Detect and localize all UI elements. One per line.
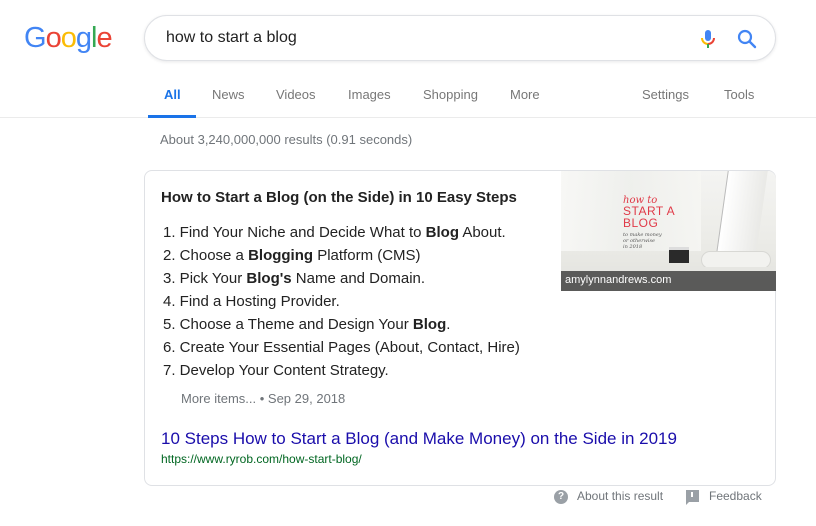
- search-box[interactable]: [144, 15, 776, 61]
- list-item: 2. Choose a Blogging Platform (CMS): [163, 247, 421, 264]
- logo-letter: e: [96, 22, 112, 54]
- tab-videos[interactable]: Videos: [276, 87, 316, 102]
- result-url: https://www.ryrob.com/how-start-blog/: [161, 452, 362, 466]
- search-tabs: All News Videos Images Shopping More Set…: [0, 78, 816, 118]
- search-input[interactable]: [166, 29, 666, 47]
- logo-letter: o: [45, 22, 62, 54]
- snippet-image[interactable]: how to START A BLOG to make money or oth…: [561, 171, 776, 291]
- image-text-headline: START A BLOG: [623, 204, 676, 230]
- separator: •: [256, 391, 268, 406]
- list-item: 7. Develop Your Content Strategy.: [163, 362, 389, 379]
- featured-snippet: How to Start a Blog (on the Side) in 10 …: [144, 170, 776, 486]
- help-icon[interactable]: ?: [554, 490, 568, 504]
- more-items-link[interactable]: More items...: [181, 391, 256, 406]
- snippet-title: How to Start a Blog (on the Side) in 10 …: [161, 189, 517, 206]
- result-stats: About 3,240,000,000 results (0.91 second…: [160, 132, 413, 147]
- feedback-icon[interactable]: [686, 490, 699, 505]
- snippet-date: Sep 29, 2018: [267, 391, 346, 406]
- logo-letter: G: [24, 22, 47, 54]
- more-items-line: More items... • Sep 29, 2018: [181, 391, 345, 406]
- image-mug: [669, 247, 689, 263]
- list-item: 6. Create Your Essential Pages (About, C…: [163, 339, 520, 356]
- list-item: 3. Pick Your Blog's Name and Domain.: [163, 270, 426, 287]
- image-text-subtitle: to make money or otherwise in 2018: [623, 232, 662, 250]
- image-source: amylynnandrews.com: [565, 274, 672, 286]
- result-title-link[interactable]: 10 Steps How to Start a Blog (and Make M…: [161, 429, 677, 449]
- logo-letter: g: [75, 22, 92, 54]
- microphone-icon[interactable]: [696, 27, 720, 51]
- logo-letter: o: [60, 22, 77, 54]
- tab-images[interactable]: Images: [348, 87, 391, 102]
- tab-news[interactable]: News: [212, 87, 245, 102]
- about-this-result-link[interactable]: About this result: [577, 489, 663, 503]
- list-item: 1. Find Your Niche and Decide What to Bl…: [163, 224, 506, 241]
- tab-more[interactable]: More: [510, 87, 540, 102]
- active-tab-indicator: [148, 115, 196, 118]
- google-logo[interactable]: Google: [24, 21, 113, 55]
- list-item: 5. Choose a Theme and Design Your Blog.: [163, 316, 451, 333]
- search-icon[interactable]: [735, 27, 759, 51]
- settings-link[interactable]: Settings: [642, 87, 689, 102]
- tab-shopping[interactable]: Shopping: [423, 87, 478, 102]
- tab-all[interactable]: All: [164, 87, 181, 102]
- snippet-steps: 1. Find Your Niche and Decide What to Bl…: [163, 221, 520, 382]
- tools-link[interactable]: Tools: [724, 87, 754, 102]
- list-item: 4. Find a Hosting Provider.: [163, 293, 340, 310]
- image-source-bar: amylynnandrews.com: [561, 271, 776, 291]
- feedback-link[interactable]: Feedback: [709, 489, 762, 503]
